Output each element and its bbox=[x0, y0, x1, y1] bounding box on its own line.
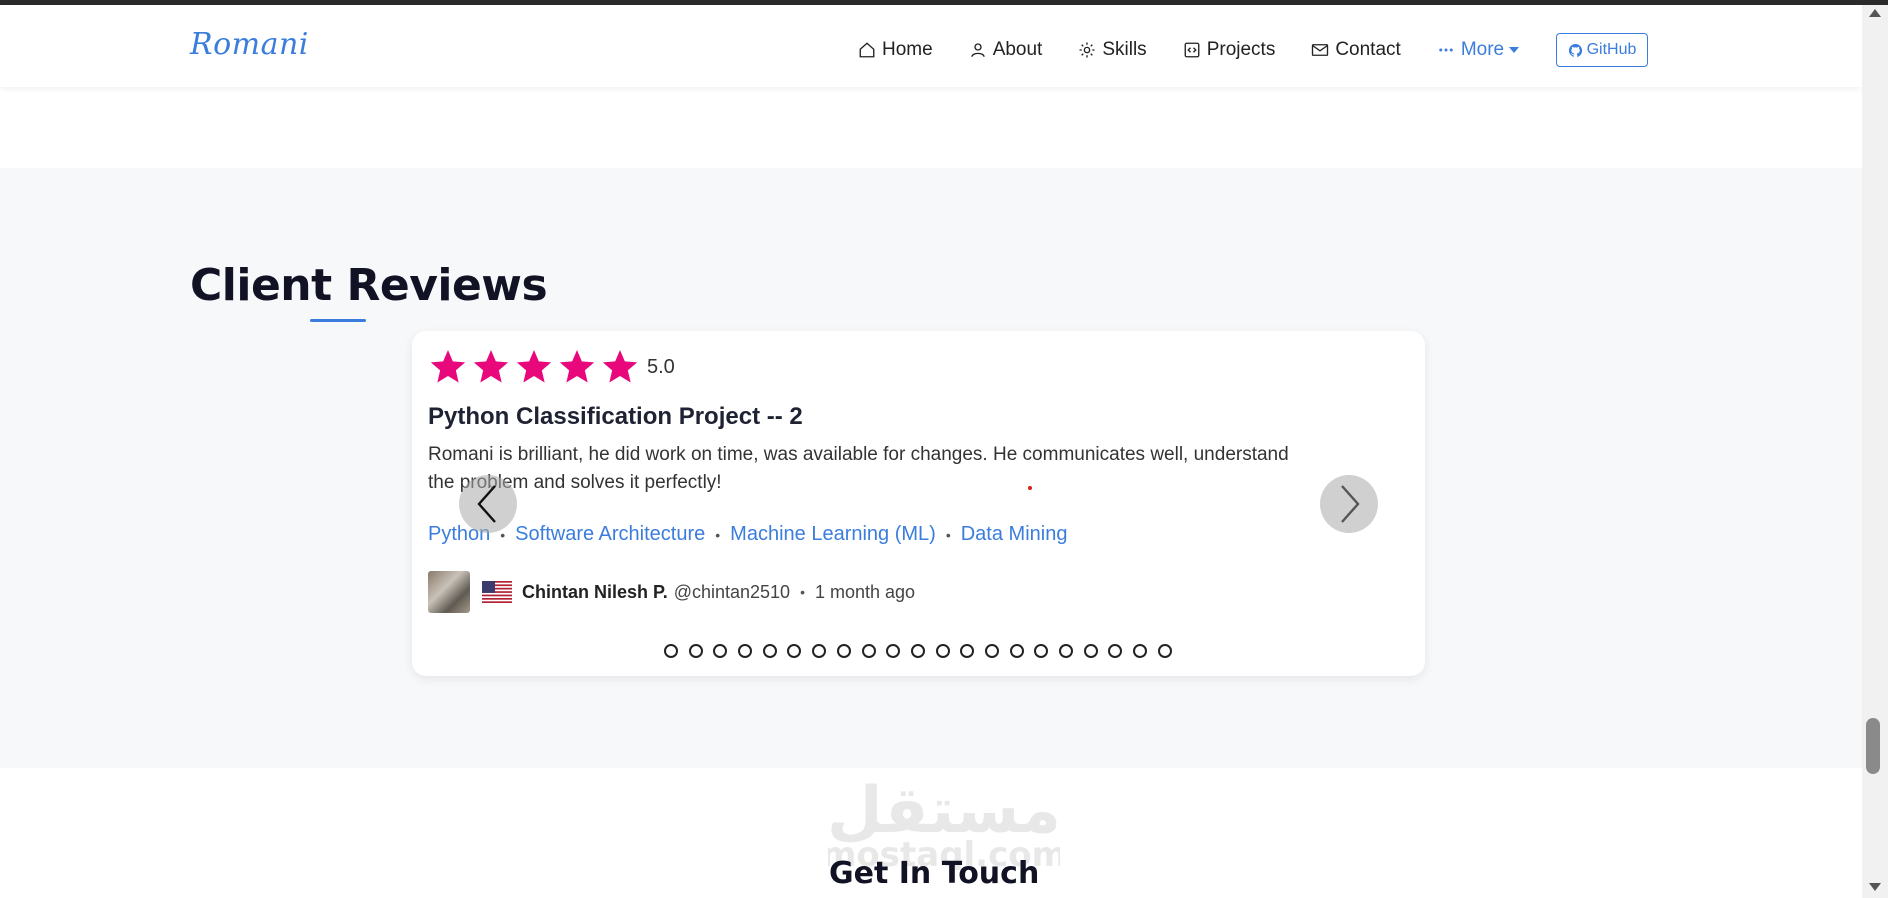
nav-item-contact[interactable]: Contact bbox=[1311, 39, 1401, 61]
carousel-dot[interactable] bbox=[1108, 644, 1123, 658]
nav-item-label: About bbox=[992, 39, 1043, 60]
carousel-dot[interactable] bbox=[1009, 644, 1024, 658]
review-card: 5.0 Python Classification Project -- 2 R… bbox=[412, 331, 1425, 676]
chevron-left-icon bbox=[477, 485, 496, 523]
carousel-next-button[interactable] bbox=[1320, 475, 1378, 533]
star-path bbox=[559, 350, 595, 383]
carousel-dot[interactable] bbox=[1133, 644, 1148, 658]
scroll-down-arrow-icon[interactable] bbox=[1869, 883, 1881, 891]
tag-link[interactable]: Software Architecture bbox=[515, 523, 705, 546]
github-button[interactable]: GitHub bbox=[1556, 33, 1648, 67]
mostaql-watermark: مستقل mostaql.com bbox=[828, 774, 1060, 870]
carousel-dot[interactable] bbox=[1083, 644, 1098, 658]
carousel-dot[interactable] bbox=[1059, 644, 1073, 658]
review-title: Python Classification Project -- 2 bbox=[428, 403, 803, 430]
carousel-dot[interactable] bbox=[886, 644, 901, 658]
carousel-dot[interactable] bbox=[960, 644, 975, 658]
caret-down-icon bbox=[1509, 47, 1520, 53]
star-icon bbox=[559, 350, 595, 383]
chevron-right-icon bbox=[1341, 485, 1360, 523]
carousel-dot[interactable] bbox=[984, 644, 999, 658]
star-path bbox=[516, 350, 552, 383]
gear-icon bbox=[1079, 42, 1095, 58]
carousel-dot[interactable] bbox=[861, 644, 876, 658]
star-icon bbox=[430, 350, 466, 383]
review-time: 1 month ago bbox=[814, 581, 916, 602]
nav-item-label: Skills bbox=[1102, 39, 1147, 60]
section-title: Client Reviews bbox=[190, 260, 548, 311]
star-icon bbox=[473, 350, 509, 383]
star-icon bbox=[516, 350, 552, 383]
carousel-dot[interactable] bbox=[738, 644, 753, 658]
github-icon bbox=[1568, 43, 1582, 57]
user-icon bbox=[971, 43, 985, 57]
carousel-dot[interactable] bbox=[762, 644, 777, 658]
nav-item-home[interactable]: Home bbox=[858, 39, 933, 61]
carousel-dot[interactable] bbox=[787, 644, 802, 658]
carousel-dot[interactable] bbox=[1157, 644, 1172, 658]
brand-logo[interactable]: Romani bbox=[190, 27, 309, 62]
cursor-speck bbox=[1028, 486, 1032, 490]
code-icon bbox=[1184, 42, 1200, 58]
nav-item-label: Home bbox=[882, 39, 933, 60]
envelope-icon bbox=[1312, 44, 1329, 56]
meta-separator: • bbox=[800, 584, 805, 600]
scrollbar-thumb[interactable] bbox=[1866, 718, 1880, 774]
title-underline bbox=[310, 319, 366, 322]
carousel-dot[interactable] bbox=[812, 644, 827, 658]
nav-more-label: More bbox=[1460, 39, 1505, 60]
star-path bbox=[430, 350, 466, 383]
star-path bbox=[602, 350, 638, 383]
home-icon bbox=[859, 42, 875, 58]
skill-tags: Python • Software Architecture • Machine… bbox=[428, 523, 1067, 546]
nav-item-label: Contact bbox=[1335, 39, 1401, 60]
carousel-dot[interactable] bbox=[688, 644, 703, 658]
carousel-pagination bbox=[664, 644, 1182, 658]
carousel-dot[interactable] bbox=[1034, 644, 1049, 658]
contact-section-title: Get In Touch bbox=[829, 856, 1040, 891]
carousel-dot[interactable] bbox=[664, 644, 678, 658]
avatar[interactable] bbox=[428, 571, 470, 613]
nav-item-more[interactable]: More bbox=[1437, 39, 1520, 61]
carousel-dot[interactable] bbox=[713, 644, 728, 658]
nav-item-label: Projects bbox=[1206, 39, 1276, 60]
rating-value: 5.0 bbox=[647, 355, 675, 378]
star-path bbox=[473, 350, 509, 383]
carousel-dot[interactable] bbox=[836, 644, 851, 658]
carousel-dot[interactable] bbox=[910, 644, 925, 658]
navbar: Romani Home About Skills Projects Contac… bbox=[0, 5, 1862, 87]
tag-separator: • bbox=[715, 526, 721, 543]
carousel-dot[interactable] bbox=[935, 644, 950, 658]
review-text: Romani is brilliant, he did work on time… bbox=[428, 444, 1289, 493]
tag-link[interactable]: Data Mining bbox=[961, 523, 1068, 546]
github-label: GitHub bbox=[1586, 41, 1637, 58]
nav-item-projects[interactable]: Projects bbox=[1183, 39, 1276, 61]
reviewer-info: Chintan Nilesh P. @chintan2510 • 1 month… bbox=[428, 571, 915, 613]
reviewer-name[interactable]: Chintan Nilesh P. bbox=[522, 582, 668, 603]
us-flag-icon bbox=[482, 581, 512, 603]
tag-separator: • bbox=[945, 526, 951, 543]
scroll-up-arrow-icon[interactable] bbox=[1869, 9, 1881, 17]
reviewer-handle: @chintan2510 bbox=[673, 581, 791, 602]
star-rating: 5.0 bbox=[428, 347, 675, 387]
nav-item-skills[interactable]: Skills bbox=[1078, 39, 1147, 61]
ellipsis-icon bbox=[1439, 48, 1453, 52]
star-icon bbox=[602, 350, 638, 383]
nav-links: Home About Skills Projects Contact More bbox=[858, 33, 1555, 67]
tag-link[interactable]: Machine Learning (ML) bbox=[730, 523, 936, 546]
nav-item-about[interactable]: About bbox=[969, 39, 1043, 61]
carousel-prev-button[interactable] bbox=[459, 475, 517, 533]
